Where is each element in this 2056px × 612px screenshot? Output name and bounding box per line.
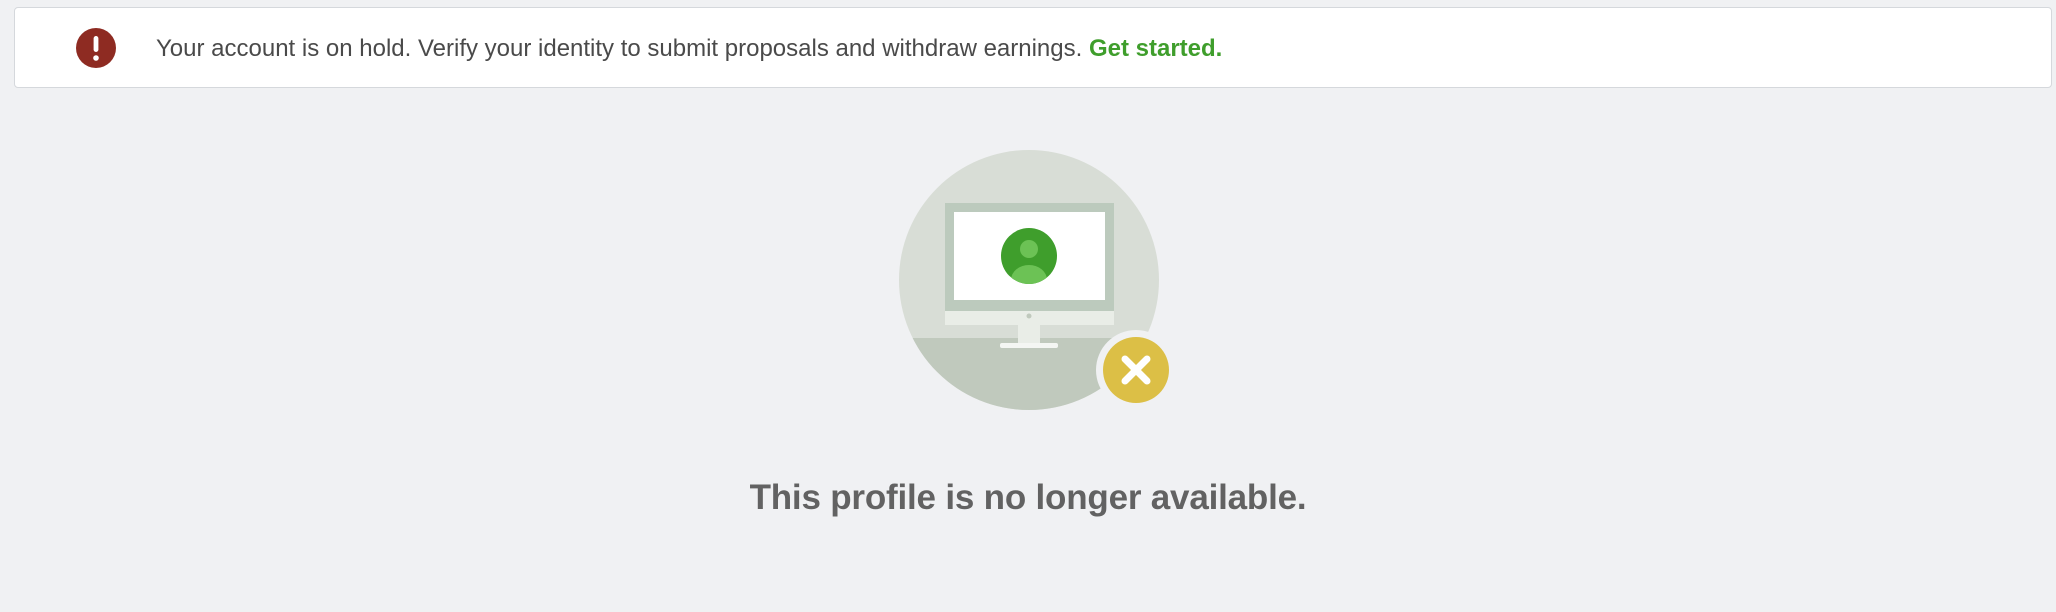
profile-unavailable-heading: This profile is no longer available. bbox=[749, 478, 1307, 517]
get-started-link[interactable]: Get started. bbox=[1089, 35, 1222, 62]
account-hold-alert: Your account is on hold. Verify your ide… bbox=[14, 7, 2052, 88]
alert-message: Your account is on hold. Verify your ide… bbox=[156, 35, 1083, 62]
exclamation-icon bbox=[76, 28, 116, 68]
monitor-profile-unavailable-illustration bbox=[899, 150, 1176, 410]
page: Your account is on hold. Verify your ide… bbox=[0, 0, 2056, 612]
monitor-power-dot bbox=[1026, 313, 1032, 319]
monitor-base bbox=[1000, 343, 1058, 348]
alert-message-line: Your account is on hold. Verify your ide… bbox=[156, 8, 1222, 89]
monitor-stand bbox=[1018, 325, 1040, 343]
close-x-icon bbox=[1096, 330, 1176, 410]
